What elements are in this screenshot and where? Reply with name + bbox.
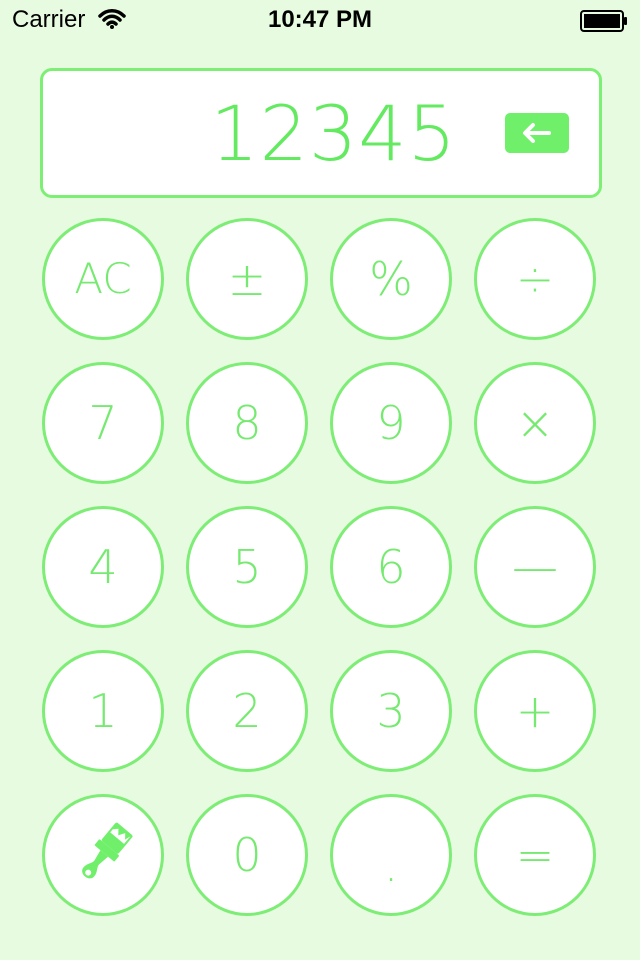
plus-minus-button[interactable]: ±: [186, 218, 308, 340]
multiply-button[interactable]: ×: [474, 362, 596, 484]
digit-9-label: 9: [376, 396, 406, 450]
digit-6-label: 6: [376, 540, 406, 594]
digit-9-button[interactable]: 9: [330, 362, 452, 484]
digit-3-label: 3: [376, 684, 406, 738]
battery-icon: [580, 10, 628, 32]
multiply-label: ×: [515, 396, 555, 450]
add-label: +: [515, 684, 555, 738]
paint-brush-icon: [82, 822, 133, 879]
digit-4-button[interactable]: 4: [42, 506, 164, 628]
digit-0-label: 0: [232, 828, 262, 882]
status-clock: 10:47 PM: [267, 6, 373, 33]
digit-2-label: 2: [232, 684, 262, 738]
digit-0-button[interactable]: 0: [186, 794, 308, 916]
subtract-button[interactable]: —: [474, 506, 596, 628]
display-value: 12345: [210, 89, 457, 178]
divide-button[interactable]: ÷: [474, 218, 596, 340]
digit-2-button[interactable]: 2: [186, 650, 308, 772]
equals-button[interactable]: =: [474, 794, 596, 916]
add-button[interactable]: +: [474, 650, 596, 772]
percent-button[interactable]: %: [330, 218, 452, 340]
digit-8-button[interactable]: 8: [186, 362, 308, 484]
decimal-point-label: .: [383, 838, 399, 892]
equals-label: =: [515, 828, 555, 882]
ac-label: AC: [74, 254, 132, 303]
subtract-label: —: [512, 540, 558, 594]
percent-label: %: [369, 252, 413, 306]
digit-7-label: 7: [88, 396, 118, 450]
decimal-point-button[interactable]: .: [330, 794, 452, 916]
status-bar: Carrier 10:47 PM: [0, 0, 640, 40]
ac-button[interactable]: AC: [42, 218, 164, 340]
divide-label: ÷: [515, 252, 555, 306]
backspace-button[interactable]: [505, 113, 569, 153]
digit-4-label: 4: [88, 540, 118, 594]
calculator-display: 12345: [40, 68, 602, 198]
backspace-arrow-icon: [523, 123, 551, 143]
digit-3-button[interactable]: 3: [330, 650, 452, 772]
digit-1-button[interactable]: 1: [42, 650, 164, 772]
digit-1-label: 1: [88, 684, 118, 738]
digit-7-button[interactable]: 7: [42, 362, 164, 484]
digit-8-label: 8: [232, 396, 262, 450]
digit-6-button[interactable]: 6: [330, 506, 452, 628]
digit-5-label: 5: [232, 540, 262, 594]
plus-minus-label: ±: [227, 252, 267, 306]
digit-5-button[interactable]: 5: [186, 506, 308, 628]
theme-paint-button[interactable]: [42, 794, 164, 916]
